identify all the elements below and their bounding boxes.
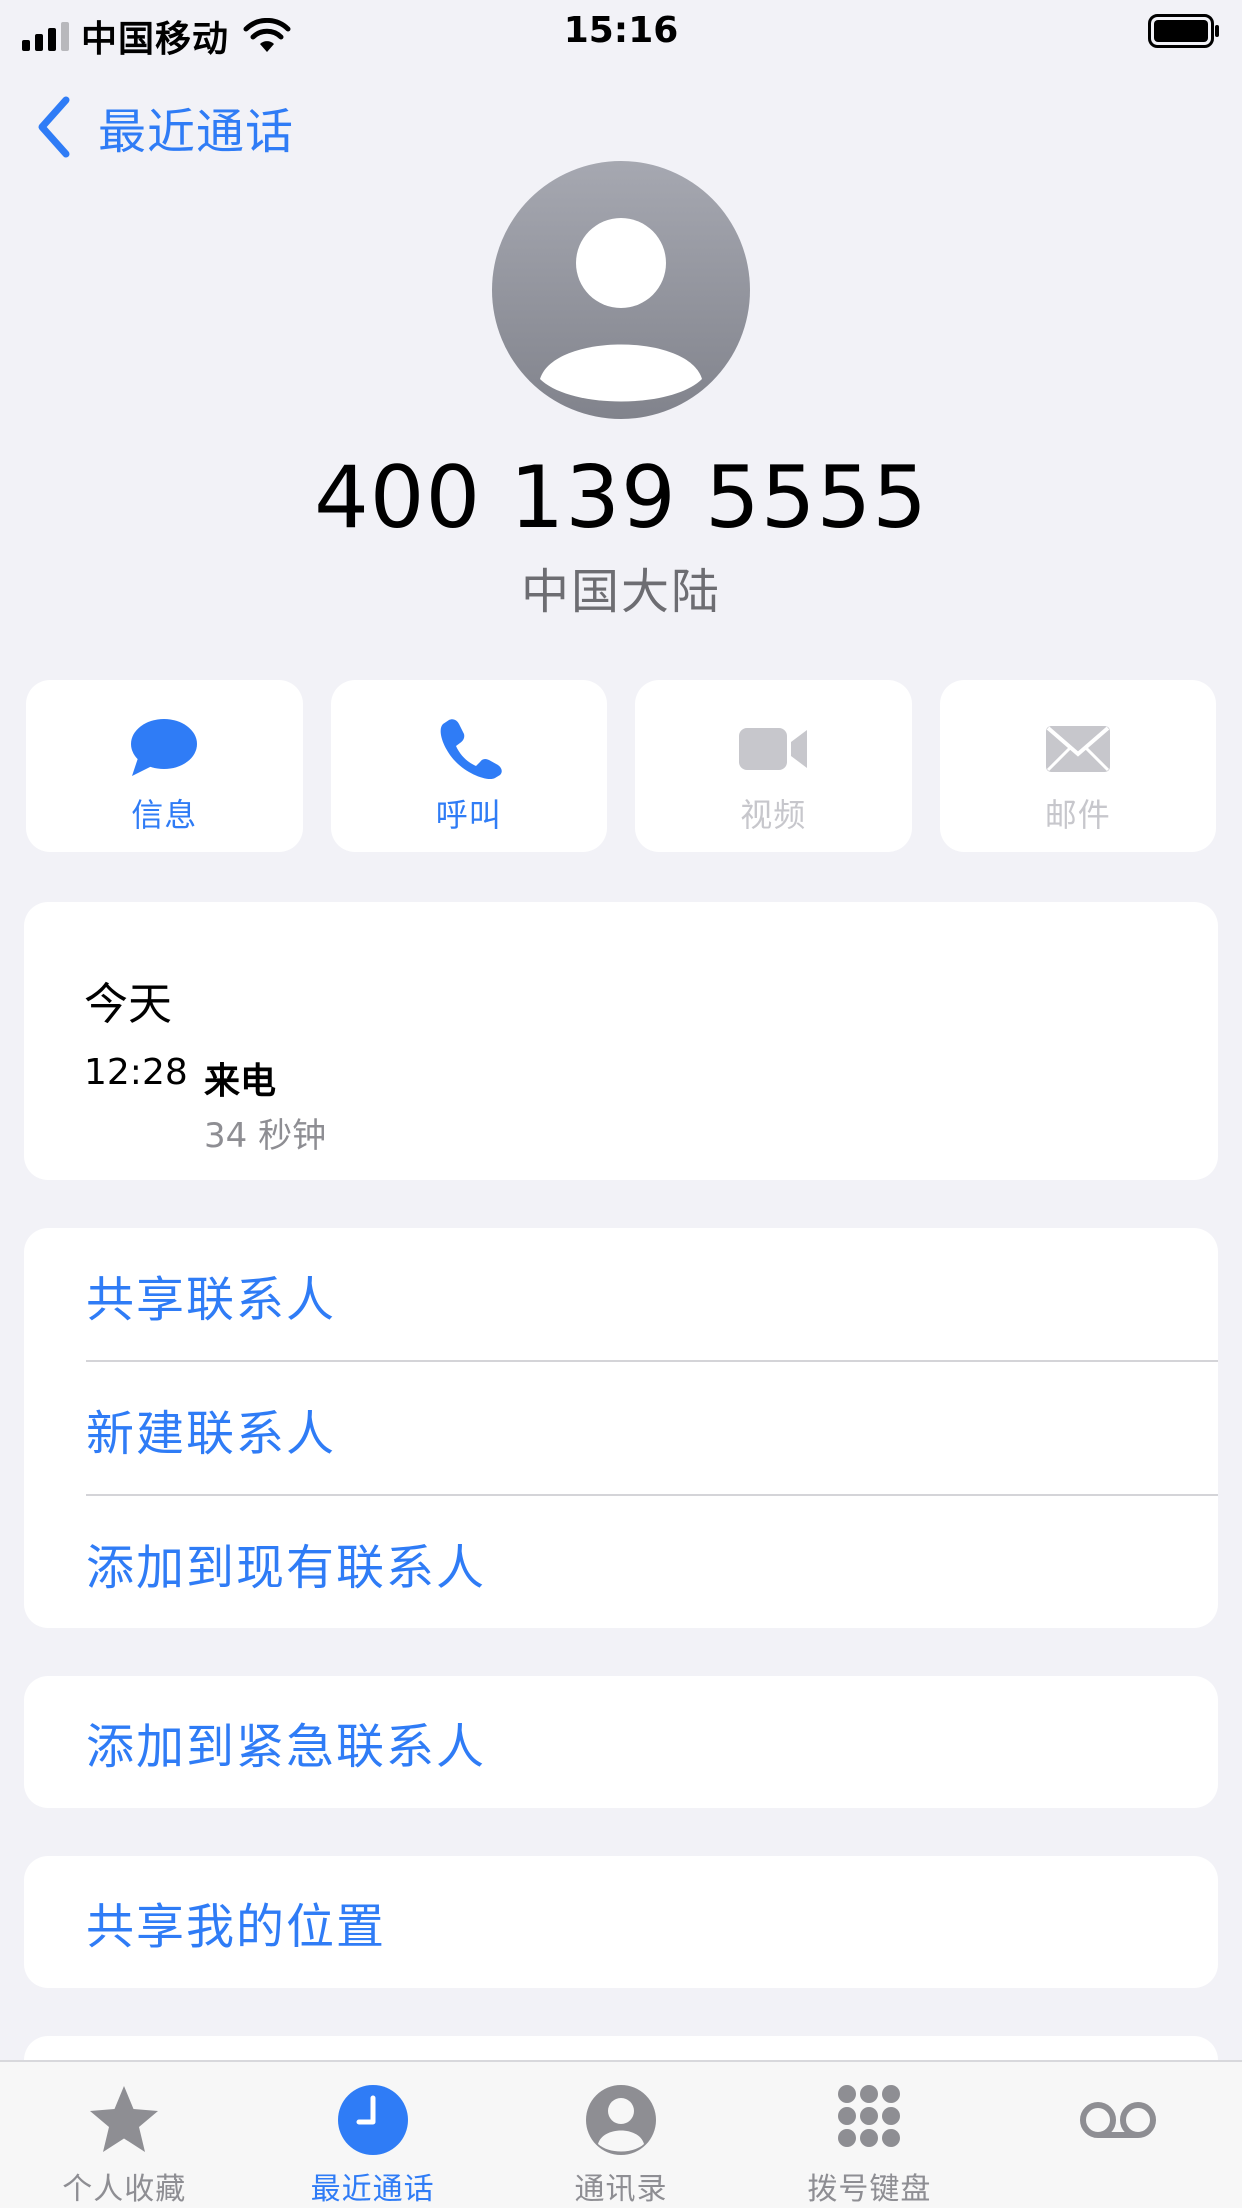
call-duration: 34 秒钟	[204, 1116, 327, 1156]
mail-button[interactable]: 邮件	[939, 680, 1216, 852]
tab-favorites-label: 个人收藏	[62, 2172, 187, 2207]
tab-recents[interactable]: 最近通话	[248, 2062, 496, 2208]
share-contact-label: 共享联系人	[86, 1271, 337, 1328]
mail-envelope-icon	[1045, 726, 1110, 772]
message-bubble-icon	[131, 719, 198, 776]
battery-icon	[1148, 14, 1219, 48]
tab-voicemail[interactable]	[994, 2062, 1242, 2208]
clock-icon	[337, 2085, 408, 2155]
message-button-label: 信息	[131, 796, 198, 834]
add-emergency-contact-label: 添加到紧急联系人	[86, 1719, 487, 1775]
call-history-card: 今天 12:28 来电 34 秒钟	[24, 902, 1218, 1180]
tab-recents-label: 最近通话	[310, 2172, 435, 2207]
new-contact-label: 新建联系人	[86, 1405, 337, 1462]
tab-contacts[interactable]: 通讯录	[497, 2062, 745, 2208]
contact-options-card: 共享联系人 新建联系人 添加到现有联系人	[24, 1228, 1218, 1628]
back-button[interactable]: 最近通话	[34, 92, 294, 162]
voicemail-icon	[1079, 2102, 1156, 2138]
call-type: 来电	[204, 1061, 277, 1102]
status-bar: 中国移动 15:16	[0, 0, 1242, 62]
contact-avatar	[492, 161, 750, 419]
call-button-label: 呼叫	[435, 796, 502, 834]
tab-contacts-label: 通讯录	[574, 2172, 668, 2207]
back-button-label: 最近通话	[98, 104, 295, 160]
video-camera-icon	[739, 728, 808, 770]
chevron-left-icon	[38, 96, 70, 158]
tab-keypad[interactable]: 拨号键盘	[745, 2062, 993, 2208]
message-button[interactable]: 信息	[26, 680, 303, 852]
share-location-label: 共享我的位置	[86, 1899, 387, 1955]
tab-keypad-label: 拨号键盘	[807, 2172, 932, 2207]
share-contact-row[interactable]: 共享联系人	[24, 1228, 1218, 1361]
video-button[interactable]: 视频	[635, 680, 912, 852]
add-emergency-contact-row[interactable]: 添加到紧急联系人	[24, 1676, 1218, 1808]
add-to-existing-contact-row[interactable]: 添加到现有联系人	[24, 1496, 1218, 1628]
share-location-card: 共享我的位置	[24, 1856, 1218, 1988]
action-buttons: 信息 呼叫 视频 邮件	[26, 680, 1216, 852]
add-to-existing-contact-label: 添加到现有联系人	[86, 1539, 487, 1596]
tab-bar: 个人收藏 最近通话 通讯录 拨号键盘	[0, 2060, 1242, 2208]
phone-number: 400 139 5555	[314, 448, 928, 548]
status-time: 15:16	[563, 10, 679, 51]
keypad-icon	[838, 2085, 901, 2147]
emergency-contact-card: 添加到紧急联系人	[24, 1676, 1218, 1808]
share-location-row[interactable]: 共享我的位置	[24, 1856, 1218, 1988]
new-contact-row[interactable]: 新建联系人	[24, 1362, 1218, 1495]
call-time: 12:28	[84, 1052, 188, 1093]
call-history-day: 今天	[84, 979, 172, 1030]
call-button[interactable]: 呼叫	[330, 680, 607, 852]
tab-favorites[interactable]: 个人收藏	[0, 2062, 248, 2208]
call-details-screen: 中国移动 15:16 最近通话 400 139 5555 中国大陆 信息 呼叫 …	[0, 0, 1242, 2208]
phone-icon	[440, 719, 502, 780]
video-button-label: 视频	[740, 796, 807, 834]
star-icon	[90, 2086, 159, 2152]
mail-button-label: 邮件	[1044, 796, 1111, 834]
phone-region: 中国大陆	[520, 564, 721, 620]
person-circle-icon	[586, 2085, 657, 2155]
person-silhouette-icon	[540, 218, 702, 402]
